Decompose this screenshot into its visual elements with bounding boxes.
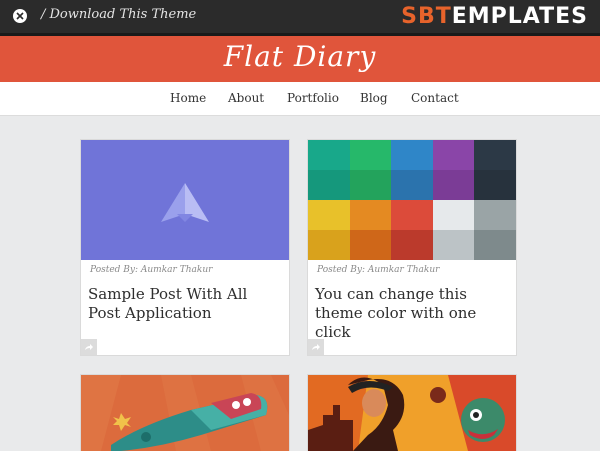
brand-logo-part1: SBT	[401, 4, 452, 29]
post-thumbnail[interactable]	[308, 140, 516, 260]
brand-logo[interactable]: SBTEMPLATES	[401, 4, 588, 29]
main-nav: Home About Portfolio Blog Contact	[0, 82, 600, 116]
color-palette-image	[308, 140, 516, 260]
share-icon[interactable]	[308, 339, 324, 355]
post-thumbnail[interactable]	[308, 375, 516, 451]
nav-item-home[interactable]: Home	[170, 91, 206, 105]
site-title[interactable]: Flat Diary	[0, 40, 600, 73]
nav-item-portfolio[interactable]: Portfolio	[287, 91, 339, 105]
nav-item-contact[interactable]: Contact	[411, 91, 459, 105]
share-icon[interactable]	[81, 339, 97, 355]
paper-plane-icon	[161, 183, 209, 222]
character-illustration	[308, 375, 516, 451]
post-card: Posted By: Aumkar Thakur Sample Post Wit…	[80, 139, 290, 356]
post-author: Posted By: Aumkar Thakur	[317, 265, 440, 275]
brand-logo-part2: EMPLATES	[451, 4, 588, 29]
nav-item-blog[interactable]: Blog	[360, 91, 388, 105]
rocket-illustration	[81, 375, 289, 451]
site-header: Flat Diary	[0, 36, 600, 82]
nav-item-about[interactable]: About	[228, 91, 264, 105]
download-theme-link[interactable]: / Download This Theme	[41, 7, 196, 22]
post-title[interactable]: You can change this theme color with one…	[315, 285, 511, 342]
post-thumbnail[interactable]	[81, 140, 289, 260]
post-card	[80, 374, 290, 451]
post-thumbnail[interactable]	[81, 375, 289, 451]
close-icon[interactable]	[13, 9, 27, 23]
post-card	[307, 374, 517, 451]
post-author: Posted By: Aumkar Thakur	[90, 265, 213, 275]
post-card: Posted By: Aumkar Thakur You can change …	[307, 139, 517, 356]
promo-bar: / Download This Theme SBTEMPLATES	[0, 0, 600, 33]
post-title[interactable]: Sample Post With All Post Application	[88, 285, 284, 323]
